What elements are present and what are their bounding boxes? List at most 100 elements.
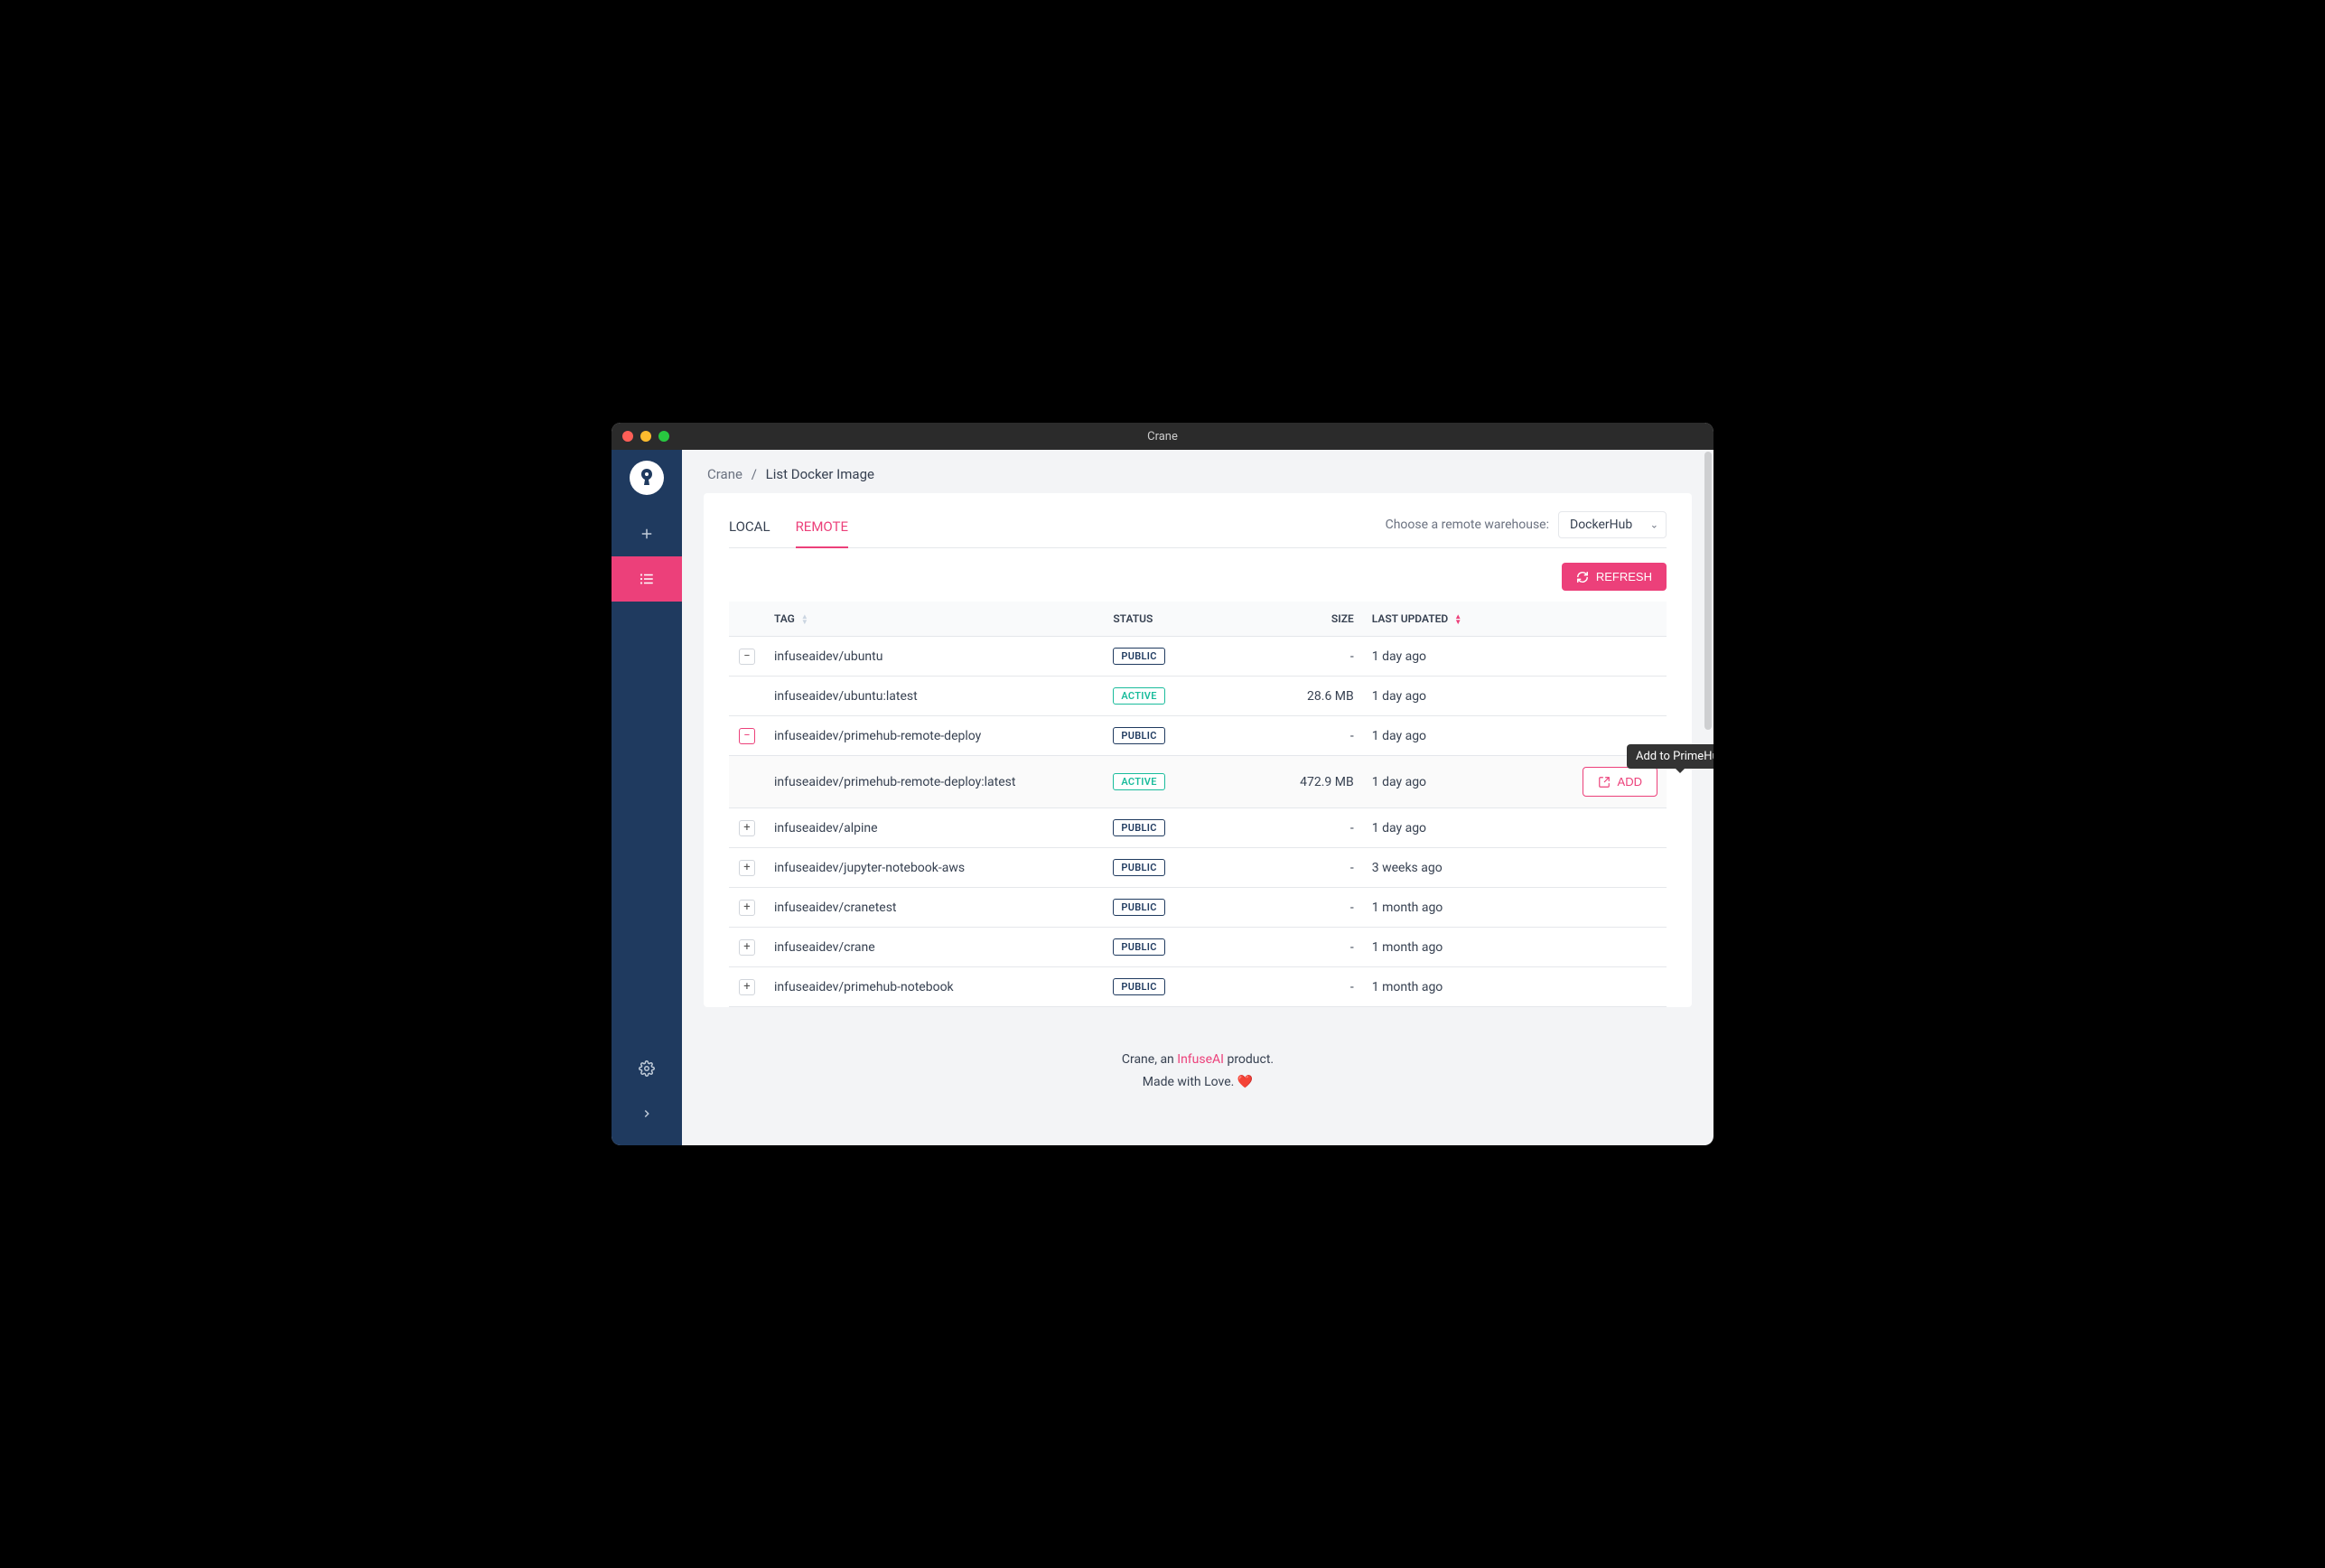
cell-size: -	[1229, 716, 1363, 756]
cell-expand: +	[729, 808, 765, 848]
warehouse-select[interactable]: DockerHub ⌄	[1558, 511, 1667, 538]
status-badge: ACTIVE	[1113, 687, 1164, 705]
tabs-row: LOCAL REMOTE Choose a remote warehouse: …	[729, 511, 1667, 548]
cell-actions	[1541, 888, 1667, 928]
app-window: Crane Crane	[612, 423, 1713, 1145]
tabs: LOCAL REMOTE	[729, 511, 848, 547]
cell-status: PUBLIC	[1104, 888, 1229, 928]
nav-list[interactable]	[612, 556, 682, 602]
images-table: TAG ▲▼ STATUS SIZE LAST UPDATED ▲▼	[729, 602, 1667, 1007]
gear-icon	[639, 1060, 655, 1077]
status-badge: PUBLIC	[1113, 899, 1164, 916]
footer-link[interactable]: InfuseAI	[1177, 1052, 1224, 1067]
cell-tag: infuseaidev/ubuntu:latest	[765, 677, 1104, 716]
tab-local[interactable]: LOCAL	[729, 511, 770, 547]
list-icon	[639, 571, 655, 587]
cell-size: -	[1229, 928, 1363, 967]
cell-expand: +	[729, 928, 765, 967]
cell-status: PUBLIC	[1104, 928, 1229, 967]
cell-expand: +	[729, 848, 765, 888]
table-row: +infuseaidev/jupyter-notebook-awsPUBLIC-…	[729, 848, 1667, 888]
status-badge: PUBLIC	[1113, 819, 1164, 836]
warehouse-label: Choose a remote warehouse:	[1386, 518, 1549, 532]
cell-expand	[729, 756, 765, 808]
chevron-right-icon	[640, 1107, 653, 1120]
table-row: −infuseaidev/ubuntuPUBLIC-1 day ago	[729, 637, 1667, 677]
cell-updated: 1 day ago	[1363, 716, 1541, 756]
expand-button[interactable]: +	[739, 979, 755, 995]
chevron-down-icon: ⌄	[1650, 519, 1658, 531]
cell-expand: −	[729, 637, 765, 677]
table-row: infuseaidev/ubuntu:latestACTIVE28.6 MB1 …	[729, 677, 1667, 716]
sidebar	[612, 450, 682, 1145]
col-status-header: STATUS	[1104, 602, 1229, 637]
actions-row: REFRESH	[729, 563, 1667, 591]
add-tooltip: Add to PrimeHub	[1627, 744, 1713, 769]
cell-expand: −	[729, 716, 765, 756]
cell-size: -	[1229, 888, 1363, 928]
refresh-label: REFRESH	[1596, 570, 1652, 583]
breadcrumb-current: List Docker Image	[766, 466, 874, 482]
app-body: Crane / List Docker Image LOCAL REMOTE C…	[612, 450, 1713, 1145]
footer-text-post: product.	[1224, 1052, 1274, 1067]
breadcrumb-root[interactable]: Crane	[707, 466, 742, 482]
nav-collapse[interactable]	[612, 1091, 682, 1136]
traffic-lights	[612, 431, 669, 442]
status-badge: PUBLIC	[1113, 727, 1164, 744]
cell-tag: infuseaidev/primehub-remote-deploy	[765, 716, 1104, 756]
col-actions-header	[1541, 602, 1667, 637]
expand-button[interactable]: −	[739, 649, 755, 665]
cell-tag: infuseaidev/crane	[765, 928, 1104, 967]
cell-updated: 1 day ago	[1363, 637, 1541, 677]
table-row: + infuseaidev/crane PUBLIC -1 month ago	[729, 928, 1667, 967]
cell-actions	[1541, 967, 1667, 1007]
status-badge: PUBLIC	[1113, 938, 1164, 956]
cell-size: -	[1229, 848, 1363, 888]
cell-actions	[1541, 928, 1667, 967]
table-wrap: Add to PrimeHub TAG ▲▼ STATUS S	[729, 602, 1667, 1007]
tab-remote[interactable]: REMOTE	[796, 511, 848, 547]
cell-tag: infuseaidev/primehub-notebook	[765, 967, 1104, 1007]
cell-status: ACTIVE	[1104, 756, 1229, 808]
cell-updated: 1 day ago	[1363, 756, 1541, 808]
cell-expand: +	[729, 967, 765, 1007]
col-tag-header[interactable]: TAG ▲▼	[765, 602, 1104, 637]
nav-add[interactable]	[612, 511, 682, 556]
cell-updated: 1 month ago	[1363, 928, 1541, 967]
col-updated-header[interactable]: LAST UPDATED ▲▼	[1363, 602, 1541, 637]
expand-button[interactable]: −	[739, 728, 755, 744]
breadcrumb-sep: /	[752, 466, 757, 482]
close-window-button[interactable]	[622, 431, 633, 442]
cell-updated: 1 month ago	[1363, 888, 1541, 928]
table-row: +infuseaidev/cranetestPUBLIC-1 month ago	[729, 888, 1667, 928]
breadcrumb: Crane / List Docker Image	[682, 450, 1713, 493]
window-title: Crane	[612, 430, 1713, 443]
expand-button[interactable]: +	[739, 860, 755, 876]
col-size-header: SIZE	[1229, 602, 1363, 637]
cell-expand: +	[729, 888, 765, 928]
plus-icon	[639, 526, 655, 542]
main-content: Crane / List Docker Image LOCAL REMOTE C…	[682, 450, 1713, 1145]
app-logo	[630, 461, 664, 495]
export-icon	[1598, 776, 1611, 789]
table-row: −infuseaidev/primehub-remote-deploy PUBLI…	[729, 716, 1667, 756]
add-button[interactable]: ADD	[1583, 767, 1657, 797]
cell-actions	[1541, 848, 1667, 888]
table-row: infuseaidev/primehub-remote-deploy:lates…	[729, 756, 1667, 808]
expand-button[interactable]: +	[739, 820, 755, 836]
expand-button[interactable]: +	[739, 900, 755, 916]
refresh-icon	[1576, 571, 1589, 583]
cell-updated: 1 month ago	[1363, 967, 1541, 1007]
cell-size: -	[1229, 808, 1363, 848]
cell-status: PUBLIC	[1104, 637, 1229, 677]
scrollbar[interactable]	[1704, 452, 1712, 730]
expand-button[interactable]: +	[739, 939, 755, 956]
refresh-button[interactable]: REFRESH	[1562, 563, 1667, 591]
cell-size: -	[1229, 967, 1363, 1007]
status-badge: ACTIVE	[1113, 773, 1164, 790]
cell-actions	[1541, 808, 1667, 848]
sort-icon: ▲▼	[1454, 614, 1461, 625]
nav-settings[interactable]	[612, 1046, 682, 1091]
minimize-window-button[interactable]	[640, 431, 651, 442]
maximize-window-button[interactable]	[658, 431, 669, 442]
